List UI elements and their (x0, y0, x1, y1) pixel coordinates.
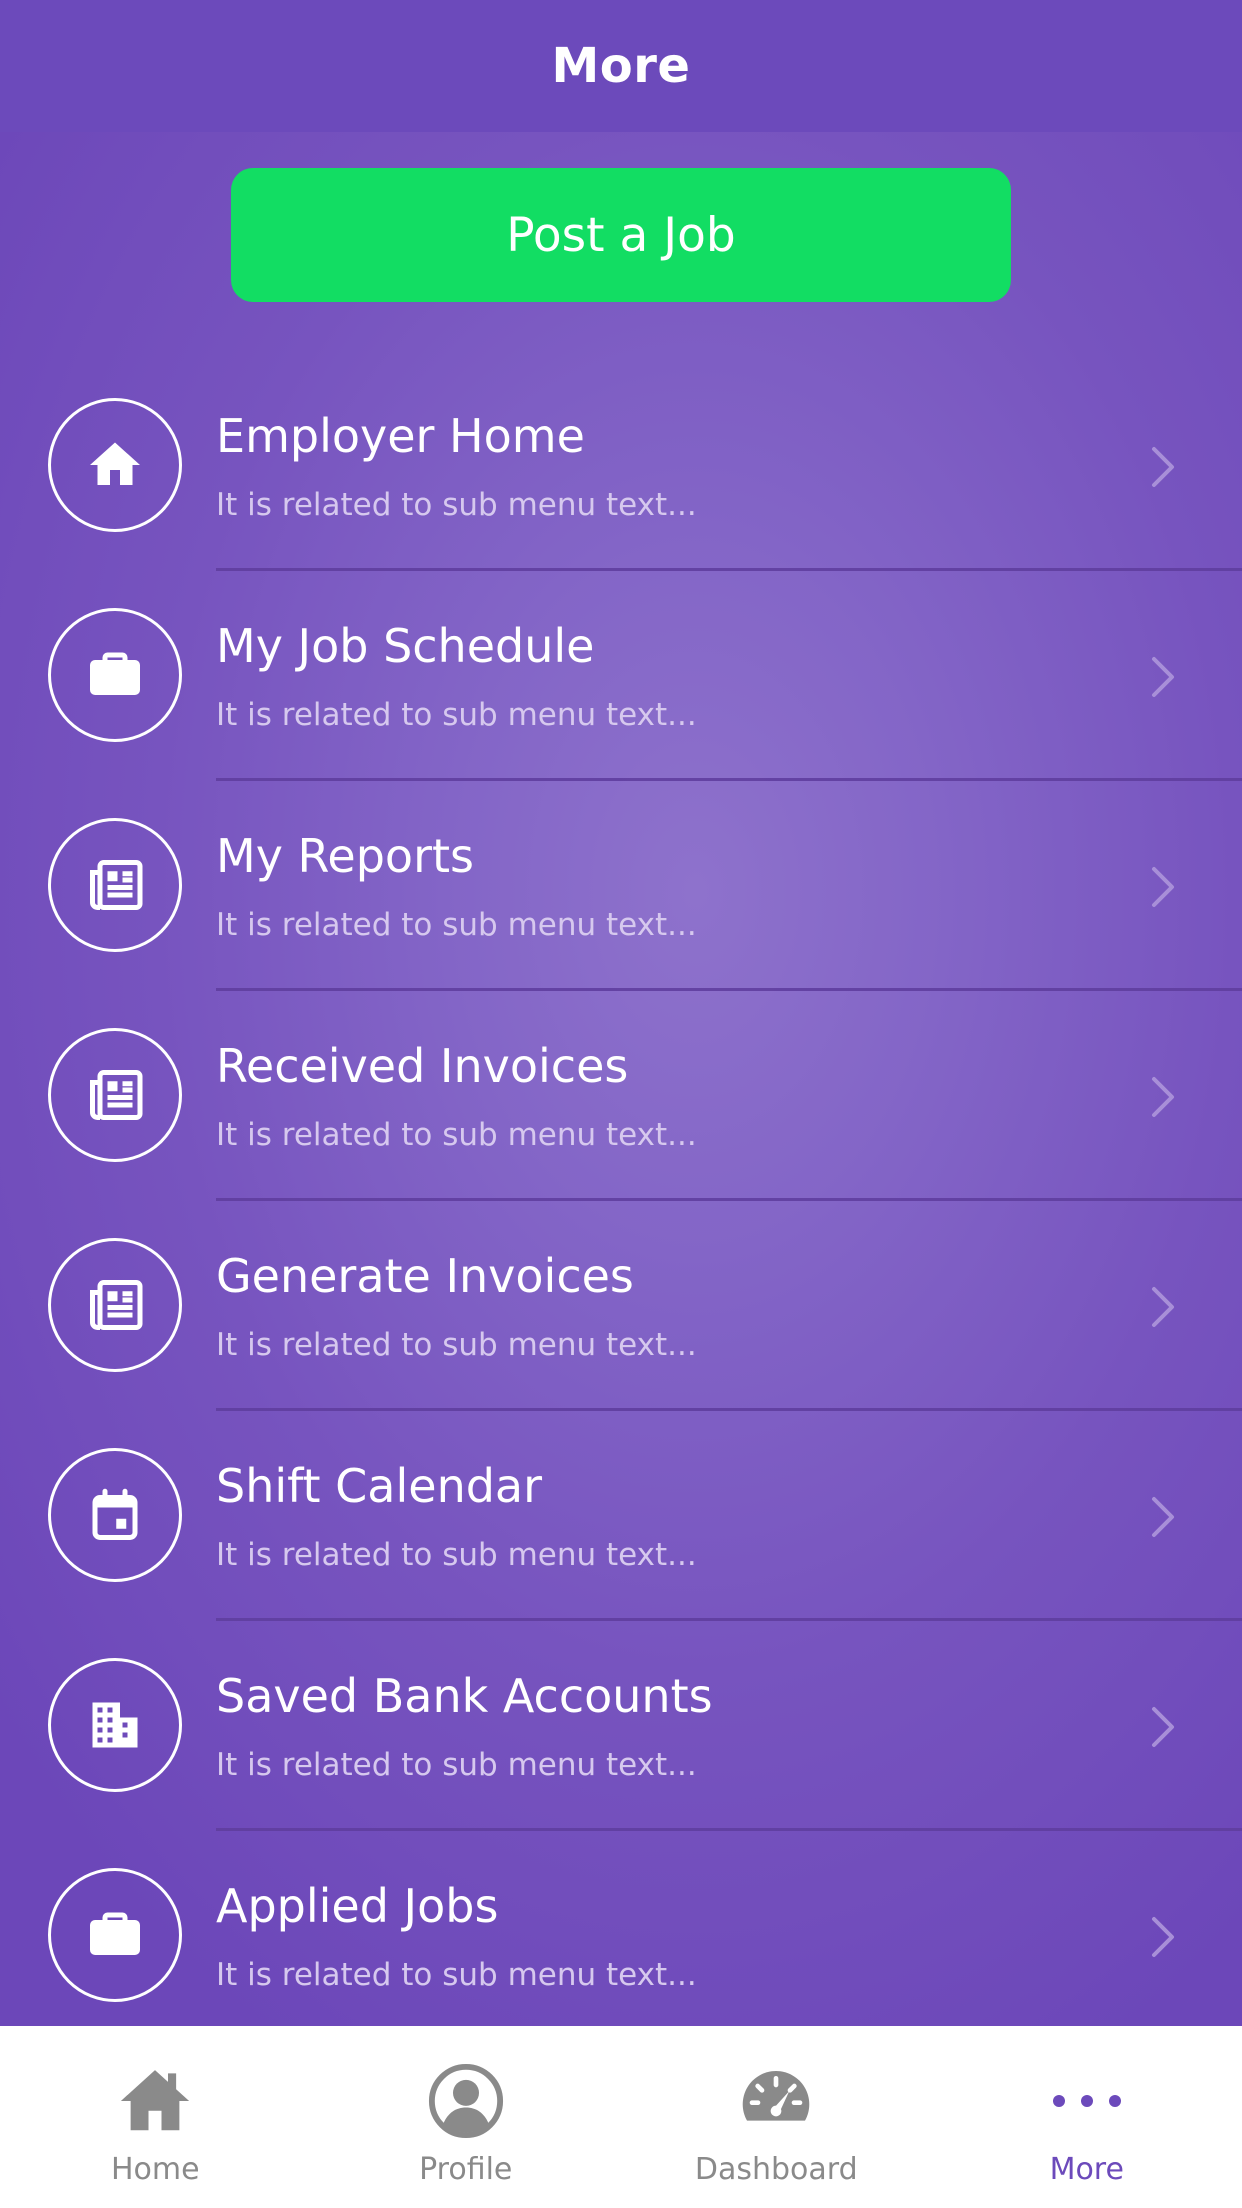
chevron-right-icon (1152, 867, 1174, 907)
menu-item-title: My Reports (216, 829, 474, 883)
menu-item-title: My Job Schedule (216, 619, 595, 673)
newspaper-icon (48, 818, 182, 952)
briefcase-icon (48, 608, 182, 742)
chevron-right-icon (1152, 1707, 1174, 1747)
menu-item-received-invoices[interactable]: Received Invoices It is related to sub m… (0, 991, 1242, 1201)
building-icon (48, 1658, 182, 1792)
menu-item-subtitle: It is related to sub menu text... (216, 697, 697, 733)
newspaper-icon (48, 1238, 182, 1372)
menu-item-employer-home[interactable]: Employer Home It is related to sub menu … (0, 361, 1242, 571)
speedometer-icon (736, 2061, 816, 2141)
menu-item-my-reports[interactable]: My Reports It is related to sub menu tex… (0, 781, 1242, 991)
header-bar: More (0, 0, 1242, 132)
chevron-right-icon (1152, 1497, 1174, 1537)
menu-item-saved-bank-accounts[interactable]: Saved Bank Accounts It is related to sub… (0, 1621, 1242, 1831)
tab-label: More (1049, 2152, 1124, 2187)
menu-item-generate-invoices[interactable]: Generate Invoices It is related to sub m… (0, 1201, 1242, 1411)
post-job-button[interactable]: Post a Job (231, 168, 1011, 302)
chevron-right-icon (1152, 1077, 1174, 1117)
chevron-right-icon (1152, 1287, 1174, 1327)
menu-item-subtitle: It is related to sub menu text... (216, 1327, 697, 1363)
menu-item-my-job-schedule[interactable]: My Job Schedule It is related to sub men… (0, 571, 1242, 781)
menu-item-subtitle: It is related to sub menu text... (216, 1747, 697, 1783)
menu-item-subtitle: It is related to sub menu text... (216, 1537, 697, 1573)
calendar-icon (48, 1448, 182, 1582)
newspaper-icon (48, 1028, 182, 1162)
menu-item-title: Received Invoices (216, 1039, 629, 1093)
menu-item-title: Shift Calendar (216, 1459, 543, 1513)
chevron-right-icon (1152, 447, 1174, 487)
menu-item-title: Employer Home (216, 409, 585, 463)
tab-dashboard[interactable]: Dashboard (621, 2026, 932, 2208)
more-dots-icon (1047, 2061, 1127, 2141)
tab-home[interactable]: Home (0, 2026, 311, 2208)
menu-list: Employer Home It is related to sub menu … (0, 361, 1242, 2026)
tab-profile[interactable]: Profile (311, 2026, 622, 2208)
menu-item-title: Saved Bank Accounts (216, 1669, 713, 1723)
home-icon (115, 2061, 195, 2141)
briefcase-icon (48, 1868, 182, 2002)
tab-label: Profile (419, 2152, 513, 2187)
page-title: More (551, 38, 691, 94)
menu-item-subtitle: It is related to sub menu text... (216, 907, 697, 943)
tab-more[interactable]: More (932, 2026, 1242, 2208)
menu-item-applied-jobs[interactable]: Applied Jobs It is related to sub menu t… (0, 1831, 1242, 2026)
screen: More Post a Job Employer Home It is rela… (0, 0, 1242, 2026)
home-icon (48, 398, 182, 532)
chevron-right-icon (1152, 657, 1174, 697)
menu-item-shift-calendar[interactable]: Shift Calendar It is related to sub menu… (0, 1411, 1242, 1621)
tab-label: Home (110, 2152, 200, 2187)
menu-item-subtitle: It is related to sub menu text... (216, 1117, 697, 1153)
menu-item-subtitle: It is related to sub menu text... (216, 487, 697, 523)
menu-item-title: Applied Jobs (216, 1879, 499, 1933)
chevron-right-icon (1152, 1917, 1174, 1957)
menu-item-subtitle: It is related to sub menu text... (216, 1957, 697, 1993)
bottom-tab-bar: Home Profile Dashboard More (0, 2026, 1242, 2208)
tab-label: Dashboard (694, 2152, 858, 2187)
user-circle-icon (426, 2061, 506, 2141)
menu-item-title: Generate Invoices (216, 1249, 634, 1303)
